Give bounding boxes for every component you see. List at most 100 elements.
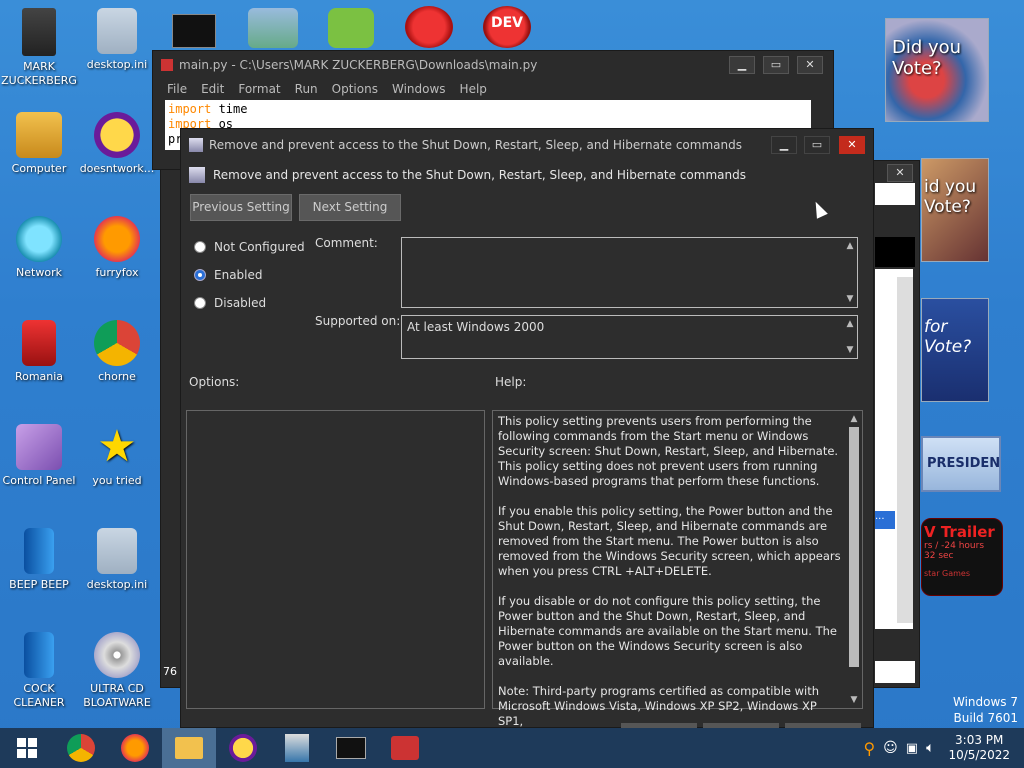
desktop-icon-computer[interactable]: Computer [0, 112, 78, 176]
scroll-up-icon[interactable]: ▲ [845, 319, 855, 329]
president-ad[interactable]: PRESIDENT [921, 436, 1001, 492]
code-line: import time [168, 102, 248, 116]
scroll-down-icon[interactable]: ▼ [849, 695, 859, 705]
watermark-line-1: Windows 7 [952, 695, 1018, 709]
blue-book-icon [24, 528, 54, 574]
clock[interactable]: 3:03 PM 10/5/2022 [948, 733, 1010, 763]
dev-cpp-desktop-icon[interactable]: DEV [483, 6, 531, 48]
previous-setting-button[interactable]: Previous Setting [190, 194, 292, 221]
desktop-icon-label: Control Panel [2, 474, 76, 487]
tray-face-icon[interactable]: ☺ [883, 740, 898, 756]
desktop-icon-label: BEEP BEEP [9, 578, 69, 591]
desktop-icon-beep-beep[interactable]: BEEP BEEP [0, 528, 78, 592]
taskbar-chrome[interactable] [54, 728, 108, 768]
angry-bird-desktop-icon[interactable] [328, 8, 374, 48]
dialog-titlebar[interactable]: Remove and prevent access to the Shut Do… [181, 129, 873, 161]
menu-edit[interactable]: Edit [201, 82, 224, 96]
menu-windows[interactable]: Windows [392, 82, 446, 96]
yahoo-desktop-icon[interactable] [248, 8, 298, 48]
volume-icon[interactable]: 🔈︎ [926, 740, 934, 756]
comment-scrollbar[interactable]: ▲ ▼ [843, 238, 857, 307]
scroll-down-icon[interactable]: ▼ [845, 294, 855, 304]
taskbar-yahoo[interactable] [216, 728, 270, 768]
desktop-icon-network[interactable]: Network [0, 216, 78, 280]
supported-on-value: At least Windows 2000 [407, 320, 545, 334]
radio-disabled[interactable]: Disabled [194, 296, 266, 310]
vote-ad-2[interactable]: id you Vote? [921, 158, 989, 262]
scroll-up-icon[interactable]: ▲ [849, 414, 859, 424]
radio-not-configured[interactable]: Not Configured [194, 240, 305, 254]
desktop-icon-mark-zuckerberg[interactable]: MARK ZUCKERBERG [0, 8, 78, 88]
menu-file[interactable]: File [167, 82, 187, 96]
group-policy-dialog[interactable]: Remove and prevent access to the Shut Do… [180, 128, 874, 731]
desktop-icon-desktop-ini[interactable]: desktop.ini [78, 8, 156, 72]
scroll-down-icon[interactable]: ▼ [845, 345, 855, 355]
vote-ad-1[interactable]: Did you Vote? [885, 18, 989, 122]
background-window-selected-row[interactable]: ... [875, 511, 895, 529]
options-panel [186, 410, 485, 709]
help-scroll-thumb[interactable] [849, 427, 859, 667]
desktop-icon-label: desktop.ini [86, 578, 148, 591]
windows-logo-icon [17, 738, 37, 758]
menu-run[interactable]: Run [295, 82, 318, 96]
comment-label: Comment: [315, 236, 378, 250]
start-button[interactable] [0, 728, 54, 768]
network-tray-icon[interactable]: ▣ [906, 741, 918, 756]
python-file-icon [285, 734, 309, 762]
dialog-minimize-button[interactable]: ▁ [771, 136, 797, 154]
vote-ad-text: for Vote? [924, 317, 972, 357]
desktop-icon-label: doesntwork... [79, 162, 155, 175]
radio-circle [194, 241, 206, 253]
desktop-icon-control-panel[interactable]: Control Panel [0, 424, 78, 488]
dialog-close-button[interactable]: ✕ [839, 136, 865, 154]
trailer-ad[interactable]: V Trailer rs / -24 hours 32 sec star Gam… [921, 518, 1003, 596]
desktop-icon-chorne[interactable]: chorne [78, 320, 156, 384]
trailer-ad-title: V Trailer [924, 523, 995, 541]
menu-options[interactable]: Options [332, 82, 378, 96]
desktop-icon-cock-cleaner[interactable]: COCK CLEANER [0, 632, 78, 710]
menu-format[interactable]: Format [238, 82, 280, 96]
p-app-desktop-icon[interactable] [405, 6, 453, 48]
idle-minimize-button[interactable]: ▁ [729, 56, 755, 74]
taskbar-firefox[interactable] [108, 728, 162, 768]
help-label: Help: [495, 375, 527, 389]
chrome-icon [67, 734, 95, 762]
supported-scrollbar[interactable]: ▲ ▼ [843, 316, 857, 358]
firefox-icon [94, 216, 140, 262]
desktop-icon-romania[interactable]: Romania [0, 320, 78, 384]
menu-help[interactable]: Help [460, 82, 487, 96]
radio-label: Disabled [214, 296, 267, 310]
taskbar-toolbox[interactable] [378, 728, 432, 768]
desktop-icon-desktop-ini-2[interactable]: desktop.ini [78, 528, 156, 592]
desktop-icon-furryfox[interactable]: furryfox [78, 216, 156, 280]
next-setting-button[interactable]: Next Setting [299, 194, 401, 221]
help-paragraph: This policy setting prevents users from … [498, 414, 839, 488]
radio-enabled[interactable]: Enabled [194, 268, 263, 282]
supported-on-label: Supported on: [315, 314, 401, 328]
taskbar-file-explorer[interactable] [162, 728, 216, 768]
folder-icon [175, 737, 203, 759]
desktop-icon-you-tried[interactable]: ★ you tried [78, 424, 156, 488]
help-paragraph: If you enable this policy setting, the P… [498, 504, 841, 578]
clock-date: 10/5/2022 [948, 748, 1010, 762]
taskbar-cmd[interactable] [324, 728, 378, 768]
search-icon[interactable]: ⚲ [863, 739, 875, 758]
radio-circle-selected [194, 269, 206, 281]
idle-maximize-button[interactable]: ▭ [763, 56, 789, 74]
dialog-header: Remove and prevent access to the Shut Do… [189, 167, 746, 183]
idle-close-button[interactable]: ✕ [797, 56, 823, 74]
background-window-scrollbar[interactable] [897, 277, 913, 623]
taskbar-python[interactable] [270, 728, 324, 768]
dialog-maximize-button[interactable]: ▭ [804, 136, 830, 154]
cmd-desktop-icon[interactable] [172, 14, 216, 48]
desktop-icon-label: desktop.ini [86, 58, 148, 71]
desktop-icon-doesntwork[interactable]: doesntwork... [78, 112, 156, 176]
desktop-icon-ultra-cd-bloatware[interactable]: ULTRA CD BLOATWARE [78, 632, 156, 710]
taskbar: ⚲ ☺ ▣ 🔈︎ 3:03 PM 10/5/2022 [0, 728, 1024, 768]
help-scrollbar[interactable]: ▲ ▼ [846, 411, 862, 708]
comment-textarea[interactable]: ▲ ▼ [401, 237, 858, 308]
background-window-close-button[interactable]: ✕ [887, 164, 913, 182]
yahoo-messenger-icon [94, 112, 140, 158]
vote-ad-3[interactable]: for Vote? [921, 298, 989, 402]
scroll-up-icon[interactable]: ▲ [845, 241, 855, 251]
